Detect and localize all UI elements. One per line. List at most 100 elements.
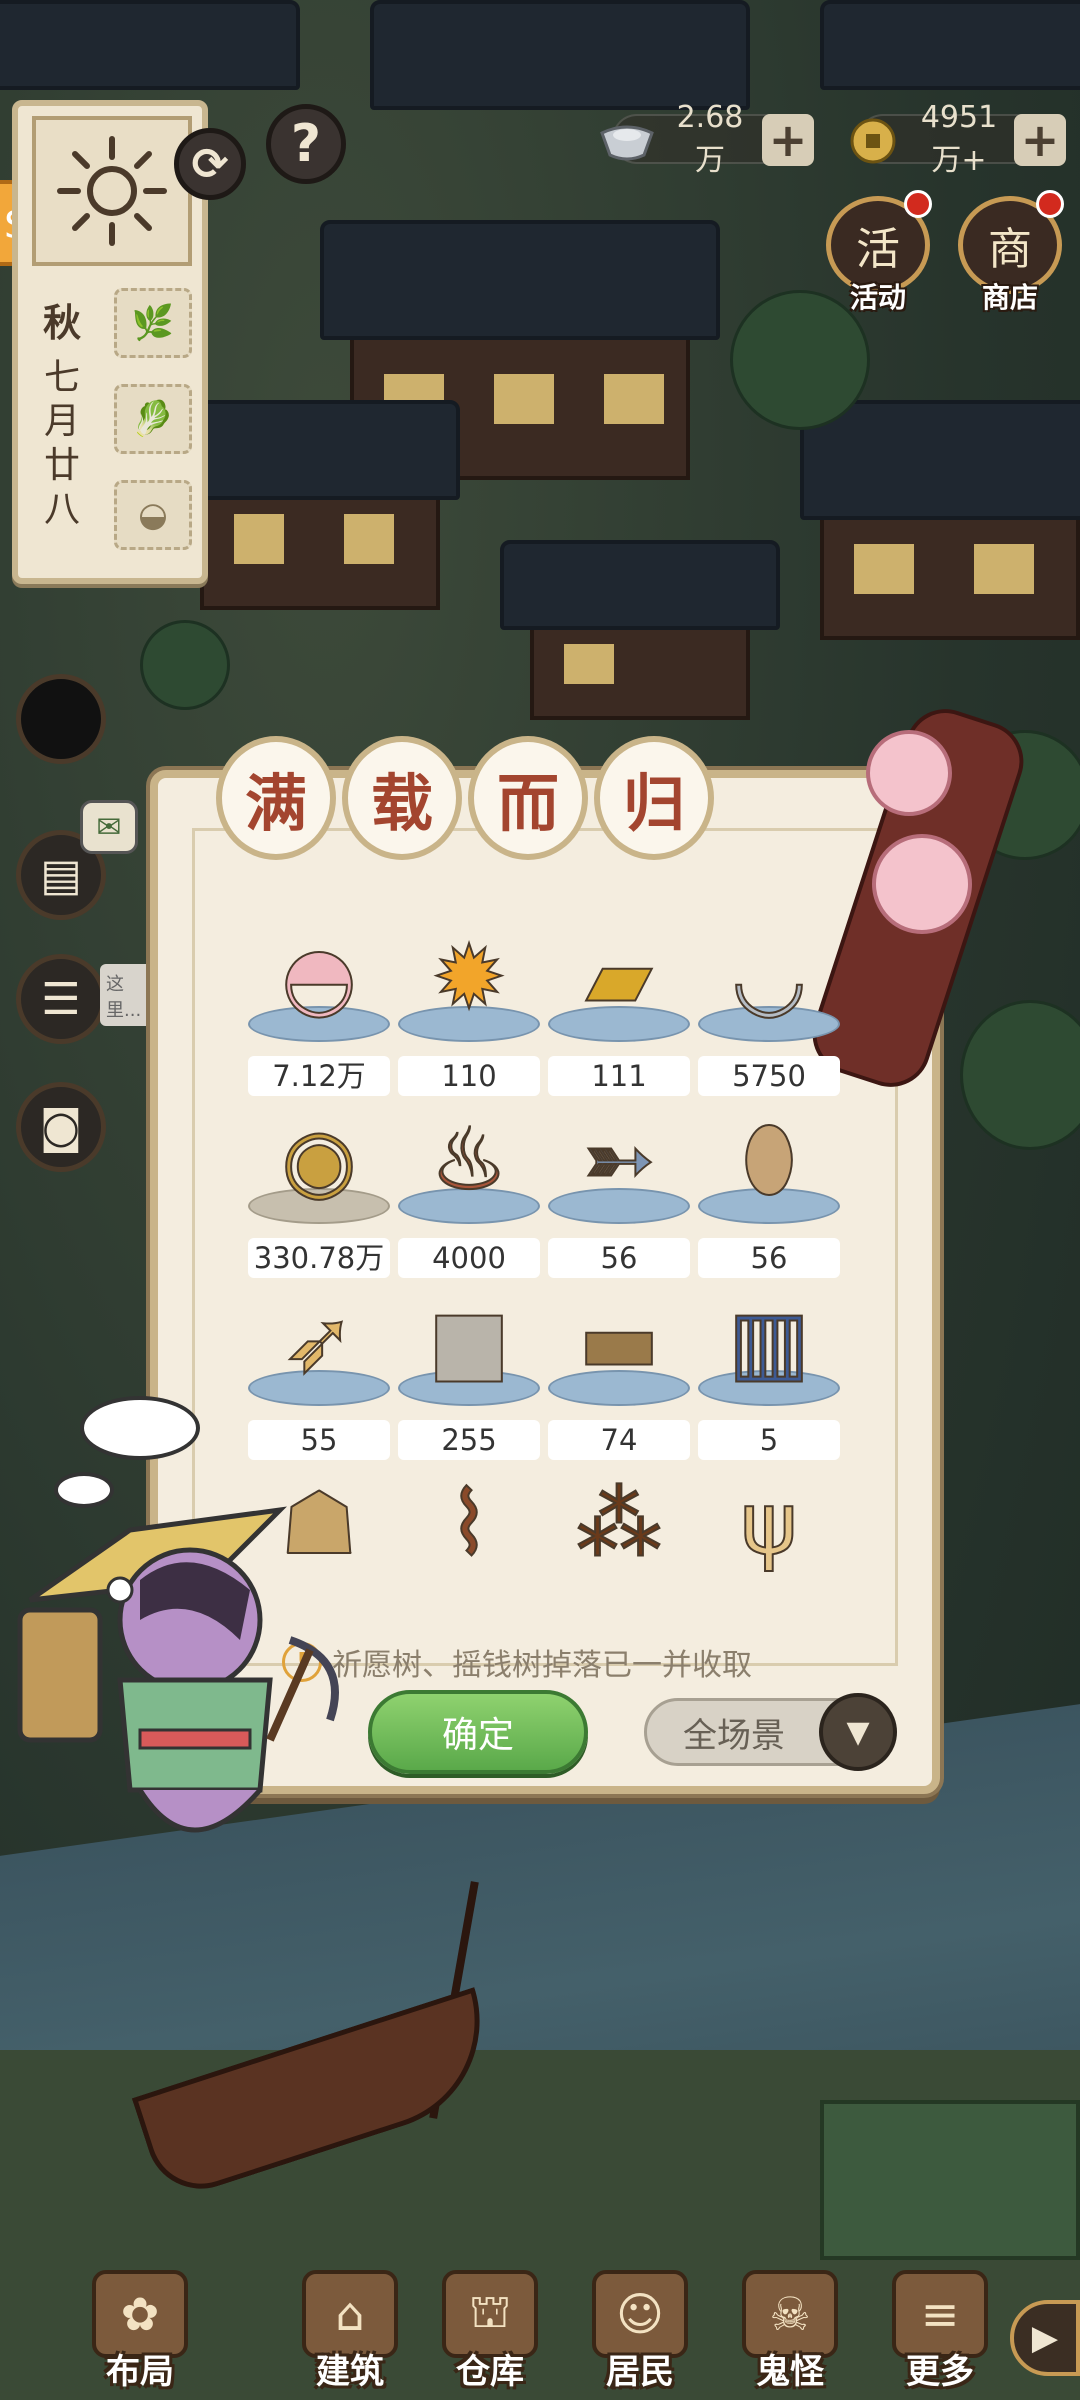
nav-item-more[interactable]: ≡ 更多	[870, 2270, 1010, 2400]
reward-item[interactable]: ➳ 56	[548, 1109, 698, 1292]
item-count: 4000	[398, 1238, 540, 1278]
meat-leg-icon: ♨	[429, 1109, 508, 1211]
reward-item[interactable]: ψ	[698, 1473, 848, 1578]
add-silver-button[interactable]: +	[762, 113, 814, 167]
tea-leaves-icon: ⁂	[575, 1473, 663, 1575]
nav-item-ghost[interactable]: ☠ 鬼怪	[720, 2270, 860, 2400]
book-icon: ▤	[40, 849, 82, 901]
stone-block-icon: ■	[427, 1291, 510, 1393]
copper-currency: 4951万+ +	[850, 100, 1066, 178]
reward-item[interactable]: ⬮ 56	[698, 1108, 848, 1292]
scope-value: 全场景	[683, 1715, 785, 1756]
bottom-navigation: ✿ 布局 ⌂ 建筑 ⛫ 仓库 ☺ 居民 ☠ 鬼怪 ≡ 更多	[0, 2270, 1080, 2400]
rooftop	[190, 400, 460, 500]
scallion-icon[interactable]: 🌿	[114, 288, 192, 358]
bread-icon[interactable]: ◒	[114, 480, 192, 550]
item-count: 5750	[698, 1056, 840, 1096]
nav-item-label: 鬼怪	[756, 2352, 824, 2392]
refresh-button[interactable]: ⟳	[174, 128, 246, 200]
item-count: 74	[548, 1420, 690, 1460]
nav-item-label: 布局	[106, 2352, 174, 2392]
reward-item[interactable]: ▬ 74	[548, 1291, 698, 1474]
copper-coin-icon: ◉	[280, 1109, 357, 1211]
nav-item-label: 更多	[906, 2352, 974, 2392]
shop-button[interactable]: 商 商店	[954, 190, 1066, 324]
blossom-decoration	[866, 730, 952, 816]
season-label: 秋	[42, 301, 81, 345]
reward-item[interactable]: ◡ 5750	[698, 928, 848, 1110]
item-count: 56	[548, 1238, 690, 1278]
modal-title: 满 载 而 归	[216, 736, 714, 860]
chat-hint: 这里...	[100, 964, 156, 1026]
taro-icon: ⬮	[741, 1108, 797, 1210]
nav-item-building[interactable]: ⌂ 建筑	[280, 2270, 420, 2400]
item-count: 5	[698, 1420, 840, 1460]
item-count: 255	[398, 1420, 540, 1460]
refresh-icon: ⟳	[191, 138, 229, 190]
chevron-down-icon: ▼	[819, 1693, 897, 1771]
rooftop	[820, 0, 1080, 90]
tree	[960, 1000, 1080, 1150]
title-char: 满	[216, 736, 336, 860]
silver-amount: 2.68万	[676, 99, 744, 178]
rooftop	[500, 540, 780, 630]
ghost-farmer-character[interactable]	[10, 1490, 370, 1890]
silver-ingot-icon	[596, 110, 658, 172]
book-icon: ▥	[727, 1291, 810, 1393]
event-button[interactable]: 活 活动	[822, 190, 934, 324]
notification-dot	[904, 190, 932, 218]
reward-item[interactable]: ◉ 330.78万	[248, 1109, 398, 1292]
nav-item-label: 仓库	[456, 2352, 524, 2392]
reward-item[interactable]: ⁂	[548, 1473, 698, 1578]
reward-item[interactable]: ◓ 7.12万	[248, 928, 398, 1110]
fish-icon: ➳	[582, 1109, 656, 1211]
blossom-decoration	[872, 834, 972, 934]
ginseng-root-icon: ⌇	[447, 1473, 491, 1575]
rooftop	[370, 0, 750, 110]
reward-item[interactable]: ■ 255	[398, 1291, 548, 1474]
reward-item[interactable]: ➶ 55	[248, 1291, 398, 1474]
confirm-button[interactable]: 确定	[368, 1690, 588, 1774]
chevron-right-icon: ▶	[1031, 2318, 1059, 2358]
question-mark-icon: ?	[290, 114, 322, 174]
empty-tool-slot[interactable]	[16, 674, 106, 764]
shop-label: 商店	[981, 281, 1038, 314]
reward-item[interactable]: ✹ 110	[398, 928, 548, 1110]
copper-coin-icon	[842, 110, 904, 172]
reward-item[interactable]: ▰ 111	[548, 928, 698, 1110]
antler-icon: ψ	[740, 1473, 799, 1575]
fire-essence-icon: ✹	[432, 928, 506, 1029]
leek-icon[interactable]: 🥬	[114, 384, 192, 454]
event-label: 活动	[849, 281, 906, 314]
nav-item-label: 建筑	[316, 2352, 384, 2392]
nav-item-label: 居民	[606, 2352, 674, 2392]
rooftop	[0, 0, 300, 90]
add-copper-button[interactable]: +	[1014, 113, 1066, 167]
nav-item-warehouse[interactable]: ⛫ 仓库	[420, 2270, 560, 2400]
title-char: 载	[342, 736, 462, 860]
carp-icon: ➶	[282, 1291, 356, 1393]
collect-tip-text: 祈愿树、摇钱树掉落已一并收取	[332, 1648, 752, 1683]
task-button[interactable]: ☰	[16, 954, 106, 1044]
weather-box[interactable]	[32, 116, 192, 266]
silver-currency: 2.68万 +	[600, 100, 814, 178]
reward-item-grid[interactable]: ◓ 7.12万 ✹ 110 ▰ 111 ◡ 5750 ◉ 330.78万 ♨ 4000 ➳ 56 ⬮ 56 ➶ 5…	[248, 928, 848, 1578]
gold-paper-icon: ▰	[585, 928, 653, 1029]
farm-field[interactable]	[820, 2100, 1080, 2260]
camera-icon: ◙	[39, 1101, 83, 1153]
help-button[interactable]: ?	[266, 104, 346, 184]
scope-dropdown[interactable]: 全场景 ▼	[644, 1693, 897, 1771]
nav-item-layout[interactable]: ✿ 布局	[70, 2270, 210, 2400]
nav-item-resident[interactable]: ☺ 居民	[570, 2270, 710, 2400]
title-char: 归	[594, 736, 714, 860]
nav-next-button[interactable]: ▶	[1010, 2300, 1080, 2376]
reward-item[interactable]: ▥ 5	[698, 1291, 848, 1474]
notification-dot	[1036, 190, 1064, 218]
camera-button[interactable]: ◙	[16, 1082, 106, 1172]
reward-item[interactable]: ♨ 4000	[398, 1109, 548, 1292]
tree	[140, 620, 230, 710]
reward-item[interactable]: ⌇	[398, 1473, 548, 1578]
item-count: 110	[398, 1056, 540, 1096]
sun-icon	[57, 136, 167, 246]
item-count: 55	[248, 1420, 390, 1460]
